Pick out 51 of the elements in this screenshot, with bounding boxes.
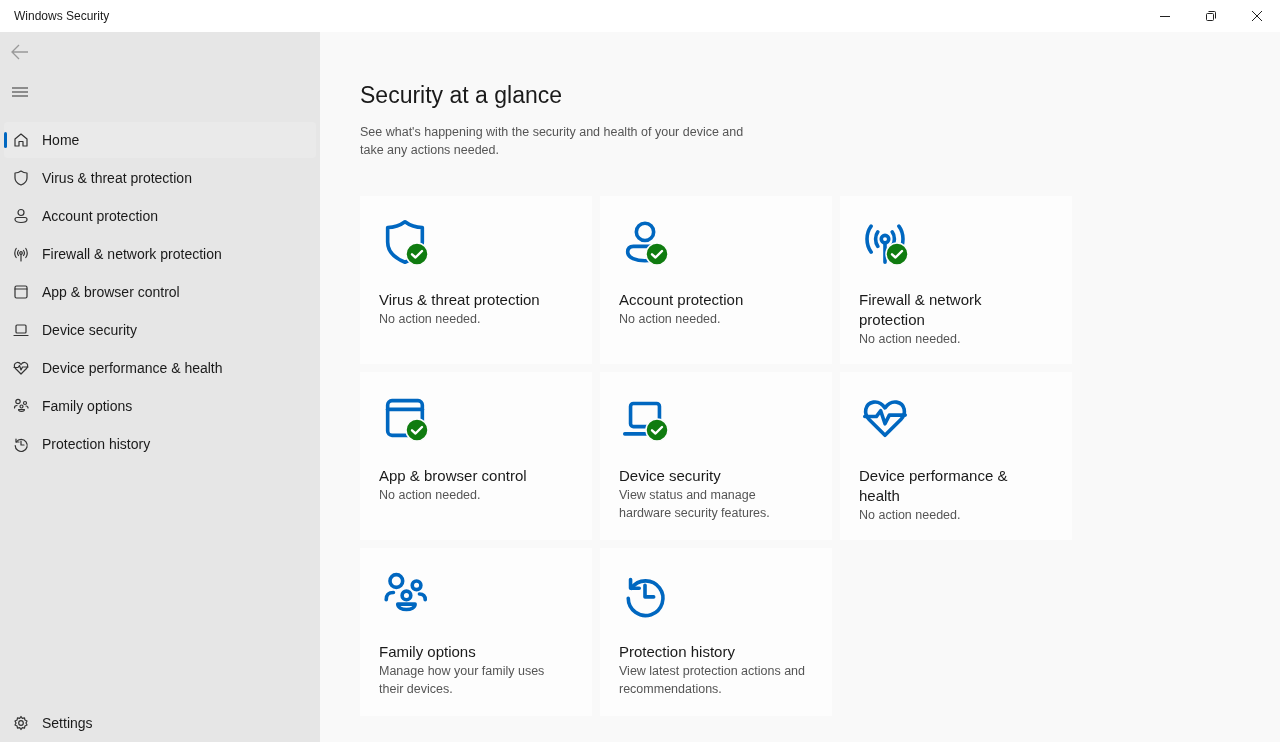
- antenna-icon: [12, 245, 30, 263]
- status-tile[interactable]: App & browser control No action needed.: [360, 372, 592, 540]
- tile-description: No action needed.: [619, 311, 722, 328]
- tile-title: Firewall & network protection: [859, 290, 983, 330]
- nav-item[interactable]: Home: [4, 122, 316, 158]
- shield-icon: [12, 169, 30, 187]
- page-subtitle: See what's happening with the security and health of your device and take any actions needed.: [360, 124, 745, 159]
- tile-description: Manage how your family uses their devices.: [379, 663, 546, 698]
- nav-item[interactable]: Protection history: [4, 426, 316, 462]
- status-tile[interactable]: Firewall & network protection No action needed.: [840, 196, 1072, 364]
- tile-title: Protection history: [619, 642, 736, 662]
- family-icon: [12, 397, 30, 415]
- tile-description: View status and manage hardware security features.: [619, 487, 771, 522]
- laptop-icon: [12, 321, 30, 339]
- tile-description: No action needed.: [859, 507, 962, 524]
- nav-item[interactable]: Device performance & health: [4, 350, 316, 386]
- page-title: Security at a glance: [360, 82, 563, 109]
- status-tile[interactable]: Account protection No action needed.: [600, 196, 832, 364]
- nav-item[interactable]: Settings: [4, 705, 316, 741]
- heart-pulse-icon: [12, 359, 30, 377]
- status-tile[interactable]: Family options Manage how your family uses their devices.: [360, 548, 592, 716]
- back-arrow-icon: [11, 44, 29, 60]
- browser-window-icon: [12, 283, 30, 301]
- nav-item[interactable]: Firewall & network protection: [4, 236, 316, 272]
- nav-item[interactable]: Family options: [4, 388, 316, 424]
- person-icon: [12, 207, 30, 225]
- window-title: Windows Security: [13, 9, 111, 23]
- nav-item[interactable]: Virus & threat protection: [4, 160, 316, 196]
- tile-title: Device security: [619, 466, 722, 486]
- home-icon: [12, 131, 30, 149]
- status-tile[interactable]: Virus & threat protection No action needed.: [360, 196, 592, 364]
- close-icon: [1252, 11, 1262, 21]
- tile-title: Device performance & health: [859, 466, 1009, 506]
- tile-title: App & browser control: [379, 466, 528, 486]
- tile-description: No action needed.: [859, 331, 962, 348]
- tile-description: No action needed.: [379, 311, 482, 328]
- nav-item[interactable]: Account protection: [4, 198, 316, 234]
- tile-description: No action needed.: [379, 487, 482, 504]
- status-tile[interactable]: Protection history View latest protection actions and recommendations.: [600, 548, 832, 716]
- menu-icon: [12, 87, 28, 97]
- selection-indicator: [4, 132, 7, 148]
- restore-icon: [1206, 11, 1216, 21]
- tile-title: Family options: [379, 642, 477, 662]
- tile-description: View latest protection actions and recommendations.: [619, 663, 806, 698]
- nav-item[interactable]: Device security: [4, 312, 316, 348]
- tile-title: Virus & threat protection: [379, 290, 541, 310]
- status-tile[interactable]: Device security View status and manage hardware security features.: [600, 372, 832, 540]
- tile-title: Account protection: [619, 290, 745, 310]
- settings-icon: [12, 714, 30, 732]
- status-tile[interactable]: Device performance & health No action needed.: [840, 372, 1072, 540]
- nav-item[interactable]: App & browser control: [4, 274, 316, 310]
